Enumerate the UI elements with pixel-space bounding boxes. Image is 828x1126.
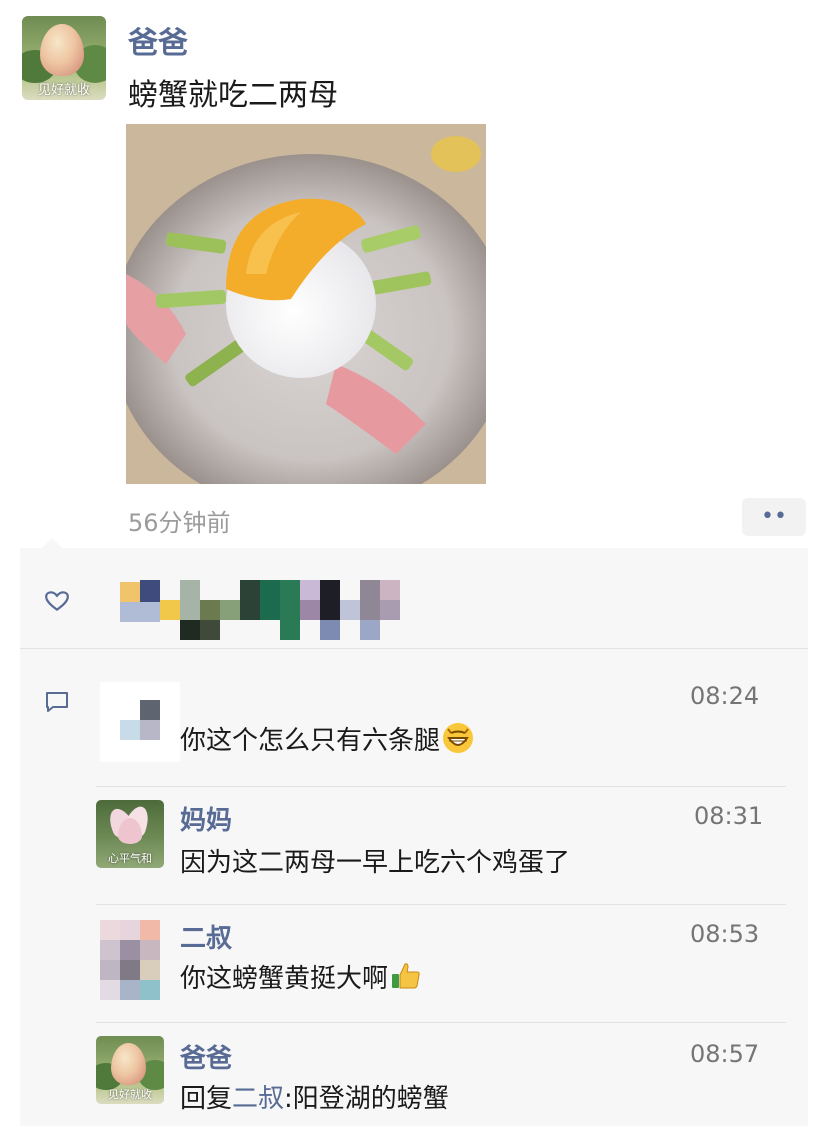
more-dots-icon: •• <box>761 504 787 529</box>
comment-3-text[interactable]: 你这螃蟹黄挺大啊 <box>180 958 422 999</box>
heart-icon <box>44 588 70 614</box>
comment-4-time: 08:57 <box>690 1040 760 1068</box>
comment-3-author[interactable]: 二叔 <box>180 918 232 955</box>
comment-1-avatar[interactable] <box>100 682 180 762</box>
comment-2-text[interactable]: 因为这二两母一早上吃六个鸡蛋了 <box>180 842 570 879</box>
comment-divider <box>96 1022 786 1023</box>
post-time: 56分钟前 <box>128 509 231 537</box>
more-button[interactable]: •• <box>742 498 806 536</box>
comment-2-author[interactable]: 妈妈 <box>180 800 232 837</box>
thumbs-up-emoji <box>390 960 422 999</box>
comment-divider <box>96 904 786 905</box>
likes-divider <box>20 648 808 649</box>
comment-4-text[interactable]: 回复二叔:阳登湖的螃蟹 <box>180 1078 449 1115</box>
avatar-caption: 心平气和 <box>108 852 152 865</box>
comment-icon <box>44 690 70 714</box>
grinning-face-emoji <box>442 722 474 761</box>
comment-4-author[interactable]: 爸爸 <box>180 1038 232 1075</box>
post-text: 螃蟹就吃二两母 <box>128 78 338 113</box>
avatar-caption: 见好就收 <box>37 83 90 98</box>
comment-divider <box>96 786 786 787</box>
comment-2-avatar[interactable]: 心平气和 <box>96 800 164 868</box>
post-author-name[interactable]: 爸爸 <box>128 18 188 62</box>
post-photo[interactable] <box>126 124 486 484</box>
comment-4-avatar[interactable]: 见好就收 <box>96 1036 164 1104</box>
comment-1-text[interactable]: 你这个怎么只有六条腿 <box>180 720 474 761</box>
comment-2-time: 08:31 <box>694 802 764 830</box>
avatar-caption: 见好就收 <box>108 1088 152 1101</box>
comment-1-time: 08:24 <box>690 682 760 710</box>
author-avatar[interactable]: 见好就收 <box>22 16 106 100</box>
reply-to-name[interactable]: 二叔 <box>232 1084 284 1114</box>
likes-list[interactable] <box>100 560 420 644</box>
comment-3-time: 08:53 <box>690 920 760 948</box>
comment-3-avatar[interactable] <box>100 920 164 1004</box>
